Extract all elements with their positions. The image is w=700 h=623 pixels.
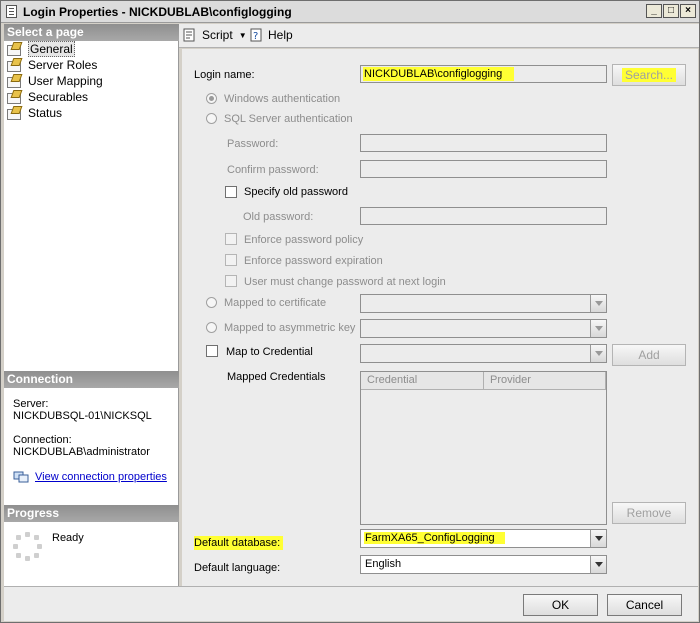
must-change-label: User must change password at next login [244,276,446,288]
mapped-asym-label: Mapped to asymmetric key [224,322,356,334]
login-name-label: Login name: [194,69,255,81]
password-field[interactable] [360,134,607,152]
minimize-button[interactable]: _ [646,4,662,18]
windows-auth-label: Windows authentication [224,93,341,105]
specify-old-password-label: Specify old password [244,186,348,198]
close-button[interactable]: × [680,4,696,18]
sql-auth-label: SQL Server authentication [224,113,353,125]
page-securables[interactable]: Securables [6,89,88,105]
old-password-field[interactable] [360,207,607,225]
left-pane: Select a page General Server Roles User … [4,24,179,586]
provider-column-header[interactable]: Provider [484,372,606,390]
page-icon [6,90,22,104]
mapped-credentials-grid[interactable]: Credential Provider [360,371,607,525]
enforce-expiration-label: Enforce password expiration [244,255,383,267]
default-database-value: FarmXA65_ConfigLogging [364,532,505,544]
svg-text:?: ? [253,31,258,42]
general-page: Login name: NICKDUBLAB\configlogging Sea… [182,49,698,586]
script-button[interactable]: Script ▼ [183,28,247,42]
server-label: Server: [13,398,49,410]
add-button[interactable]: Add [612,344,686,366]
login-properties-window: Login Properties - NICKDUBLAB\configlogg… [0,0,700,623]
confirm-password-field[interactable] [360,160,607,178]
help-label: Help [268,28,293,42]
script-label: Script [202,28,233,42]
progress-spinner-icon [13,532,43,562]
search-button[interactable]: Search... [612,64,686,86]
chevron-down-icon[interactable]: ▼ [239,31,247,40]
certificate-select[interactable] [360,294,607,313]
default-database-label: Default database: [194,536,284,550]
must-change-checkbox[interactable] [225,275,237,287]
connection-header: Connection [4,371,179,388]
mapped-asym-radio[interactable] [206,322,217,333]
page-general[interactable]: General [6,41,75,57]
windows-auth-radio[interactable] [206,93,217,104]
confirm-password-label: Confirm password: [227,164,319,176]
maximize-button[interactable]: □ [663,4,679,18]
progress-header: Progress [4,505,179,522]
page-icon [6,42,22,56]
page-server-roles[interactable]: Server Roles [6,57,97,73]
page-status[interactable]: Status [6,105,62,121]
default-database-select[interactable]: FarmXA65_ConfigLogging [360,529,607,548]
page-label: Securables [28,90,89,104]
mapped-cert-radio[interactable] [206,297,217,308]
credential-select[interactable] [360,344,607,363]
chevron-down-icon[interactable] [590,320,606,337]
default-language-value: English [365,558,402,570]
page-label: Status [28,106,63,120]
login-name-value: NICKDUBLAB\configlogging [363,67,515,81]
ok-button[interactable]: OK [523,594,598,616]
page-label: User Mapping [28,74,103,88]
toolbar: Script ▼ ? Help [179,24,699,48]
chevron-down-icon[interactable] [590,556,606,573]
map-credential-label: Map to Credential [226,346,313,358]
specify-old-password-checkbox[interactable] [225,186,237,198]
view-connection-link[interactable]: View connection properties [35,471,167,483]
sql-auth-radio[interactable] [206,113,217,124]
old-password-label: Old password: [243,211,314,223]
help-button[interactable]: ? Help [249,28,293,42]
map-credential-checkbox[interactable] [206,345,218,357]
login-name-field[interactable]: NICKDUBLAB\configlogging [360,65,607,83]
dialog-footer: OK Cancel [4,586,698,621]
connection-value: NICKDUBLAB\administrator [13,446,150,458]
cancel-button[interactable]: Cancel [607,594,682,616]
help-icon: ? [249,28,263,42]
credential-column-header[interactable]: Credential [361,372,484,390]
script-icon [183,28,197,42]
select-page-header: Select a page [4,24,179,41]
default-language-label: Default language: [194,562,281,574]
title-bar[interactable]: Login Properties - NICKDUBLAB\configlogg… [1,1,699,23]
mapped-cert-label: Mapped to certificate [224,297,327,309]
enforce-expiration-checkbox[interactable] [225,254,237,266]
page-icon [6,74,22,88]
view-connection-properties[interactable]: View connection properties [13,470,167,484]
page-label: Server Roles [28,58,98,72]
default-language-select[interactable]: English [360,555,607,574]
page-label: General [28,41,75,57]
password-label: Password: [227,138,279,150]
enforce-policy-checkbox[interactable] [225,233,237,245]
progress-status: Ready [52,532,84,544]
page-icon [6,58,22,72]
chevron-down-icon[interactable] [590,530,606,547]
page-icon [6,106,22,120]
chevron-down-icon[interactable] [590,295,606,312]
window-title: Login Properties - NICKDUBLAB\configlogg… [23,5,292,19]
connection-label: Connection: [13,434,72,446]
chevron-down-icon[interactable] [590,345,606,362]
enforce-policy-label: Enforce password policy [244,234,364,246]
connection-properties-icon [13,471,29,483]
remove-button[interactable]: Remove [612,502,686,524]
page-user-mapping[interactable]: User Mapping [6,73,103,89]
mapped-credentials-label: Mapped Credentials [227,371,326,383]
asymmetric-key-select[interactable] [360,319,607,338]
window-icon [6,5,17,18]
server-value: NICKDUBSQL-01\NICKSQL [13,410,152,422]
